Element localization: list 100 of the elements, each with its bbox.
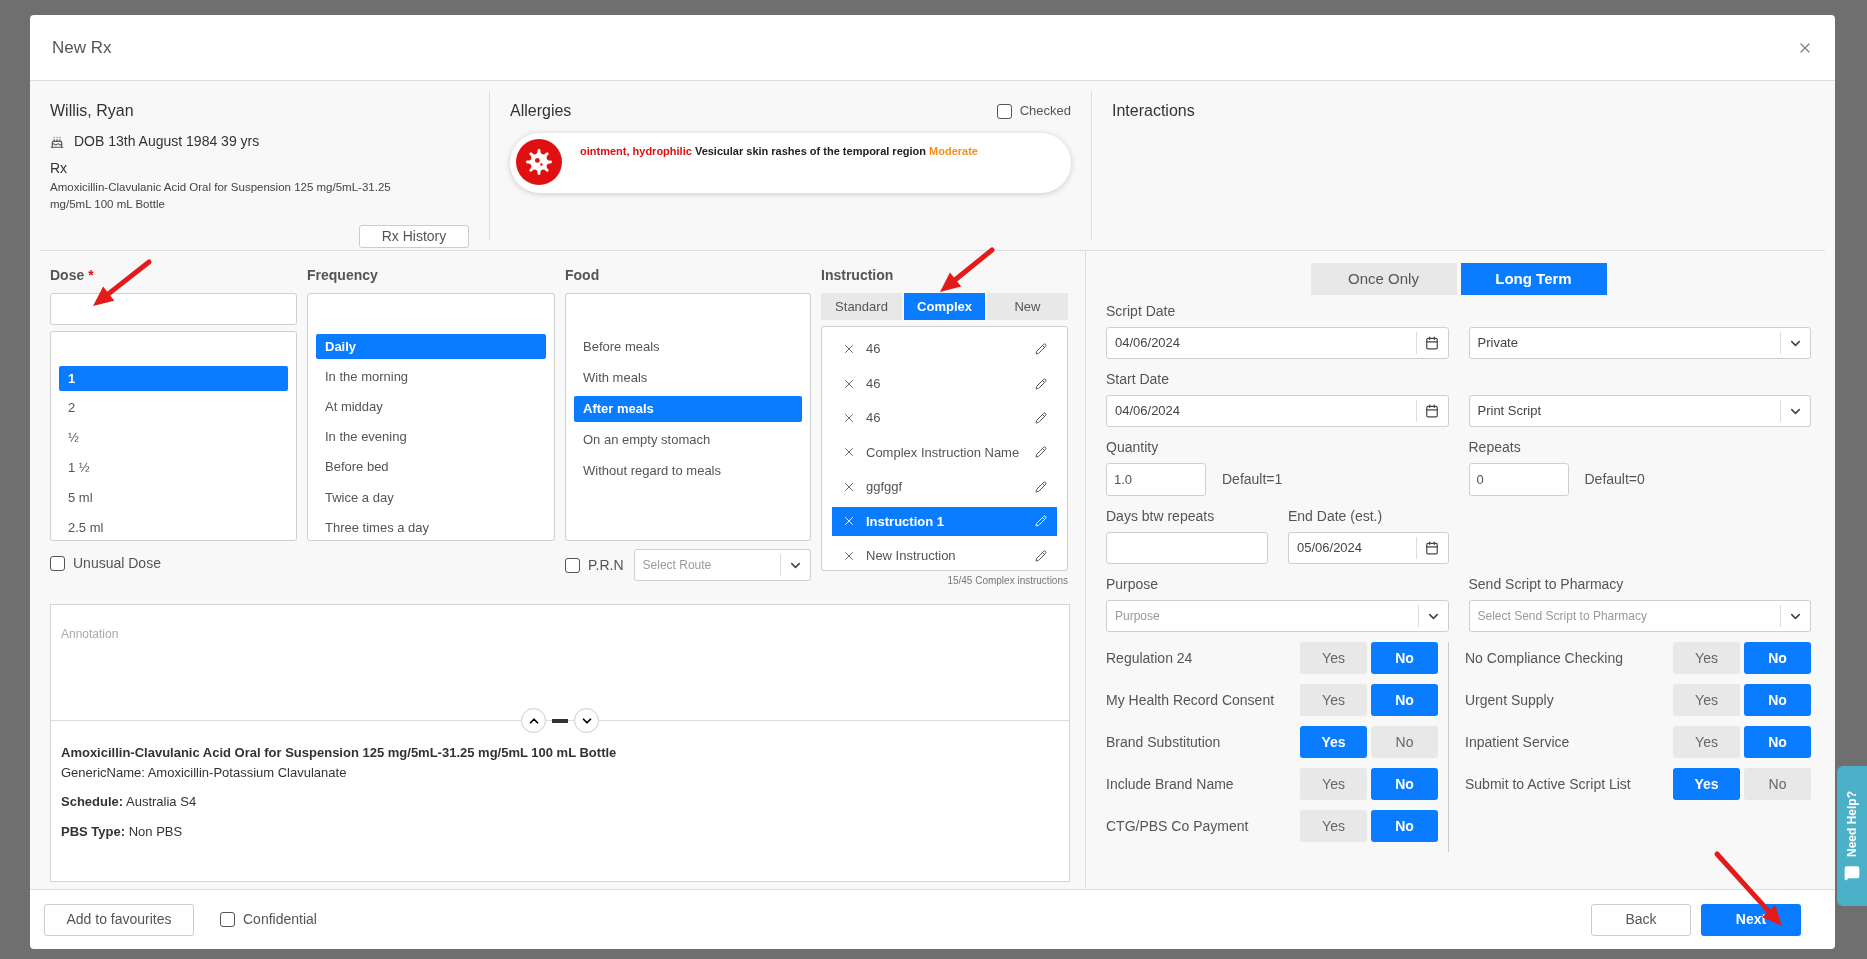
instruction-tab[interactable]: Standard — [821, 293, 902, 320]
list-item[interactable]: With meals — [574, 365, 802, 391]
food-label: Food — [565, 266, 601, 285]
edit-icon[interactable] — [1035, 549, 1047, 562]
virus-icon — [526, 149, 552, 175]
toggle-label: Regulation 24 — [1106, 648, 1194, 668]
calendar-icon[interactable] — [1425, 541, 1439, 555]
list-item[interactable]: 1 — [59, 366, 288, 391]
select-field[interactable]: Print Script — [1468, 395, 1811, 427]
edit-icon[interactable] — [1035, 412, 1047, 425]
date-field[interactable]: 04/06/2024 — [1106, 395, 1449, 427]
toggle-option[interactable]: Yes — [1300, 726, 1367, 758]
instruction-item[interactable]: 46 — [832, 369, 1057, 398]
list-item[interactable]: 5 ml — [59, 485, 288, 511]
list-item[interactable]: At midday — [316, 394, 546, 420]
edit-icon[interactable] — [1035, 343, 1047, 356]
toggle-option[interactable]: No — [1371, 768, 1438, 800]
toggle-option[interactable]: Yes — [1673, 726, 1740, 758]
list-item[interactable]: Daily — [316, 334, 546, 360]
edit-icon[interactable] — [1035, 446, 1047, 459]
list-item[interactable]: Three times a day — [316, 514, 546, 540]
frequency-label: Frequency — [307, 266, 379, 285]
list-item[interactable]: Twice a day — [316, 484, 546, 510]
chat-icon — [1844, 865, 1860, 881]
instruction-item[interactable]: 46 — [832, 403, 1057, 433]
toggle-option[interactable]: Yes — [1300, 810, 1367, 842]
toggle-option[interactable]: No — [1371, 726, 1438, 758]
pbs-type-text: PBS Type: Non PBS — [61, 822, 184, 841]
checkbox-label: Checked — [1019, 102, 1071, 121]
calendar-icon[interactable] — [1425, 404, 1439, 418]
checkbox[interactable] — [996, 103, 1012, 119]
instruction-item[interactable]: Complex Instruction Name — [832, 438, 1057, 467]
toggle-option[interactable]: No — [1371, 684, 1438, 716]
allergies-title: Allergies — [510, 101, 573, 121]
list-item[interactable]: 2.5 ml — [59, 515, 288, 540]
list-item[interactable]: In the evening — [316, 424, 546, 450]
edit-icon[interactable] — [1035, 377, 1047, 390]
list-item[interactable]: Without regard to meals — [574, 458, 802, 484]
default-hint: Default=0 — [1584, 470, 1645, 489]
list-item[interactable]: Before bed — [316, 454, 546, 480]
toggle-label: CTG/PBS Co Payment — [1106, 816, 1250, 836]
term-tab[interactable]: Long Term — [1460, 263, 1607, 295]
term-tab[interactable]: Once Only — [1310, 263, 1457, 295]
checkbox-label: P.R.N — [588, 555, 624, 575]
toggle-label: Brand Substitution — [1106, 732, 1222, 752]
add-to-favourites-button[interactable]: Add to favourites — [44, 903, 194, 936]
checkbox[interactable] — [220, 912, 235, 927]
patient-dob: DOB 13th August 1984 39 yrs — [74, 132, 260, 151]
list-item[interactable]: ½ — [59, 425, 288, 451]
toggle-option[interactable]: Yes — [1673, 642, 1740, 674]
field-label: Quantity — [1106, 438, 1160, 457]
instruction-item[interactable]: Instruction 1 — [832, 507, 1057, 536]
toggle-option[interactable]: No — [1744, 642, 1811, 674]
checkbox[interactable] — [565, 557, 580, 573]
toggle-label: Include Brand Name — [1106, 774, 1235, 794]
toggle-option[interactable]: No — [1371, 810, 1438, 842]
list-item[interactable]: After meals — [574, 396, 802, 422]
checkbox[interactable] — [50, 556, 65, 571]
toggle-option[interactable]: No — [1371, 642, 1438, 674]
days-between-field[interactable] — [1106, 532, 1268, 564]
date-field[interactable]: 05/06/2024 — [1288, 532, 1449, 564]
calendar-icon[interactable] — [1425, 336, 1439, 350]
instruction-tab[interactable]: Complex — [904, 293, 985, 320]
list-item[interactable]: Before meals — [574, 334, 802, 360]
toggle-option[interactable]: No — [1744, 768, 1811, 800]
generic-name: GenericName: Amoxicillin-Potassium Clavulanate — [61, 763, 348, 782]
instruction-tab[interactable]: New — [987, 293, 1068, 320]
field-label: Script Date — [1106, 302, 1177, 321]
instruction-count: 15/45 Complex instructions — [947, 574, 1068, 588]
quantity-field[interactable]: 1.0 — [1106, 463, 1206, 496]
toggle-option[interactable]: No — [1744, 726, 1811, 758]
toggle-label: Urgent Supply — [1465, 690, 1555, 710]
repeats-field[interactable]: 0 — [1468, 463, 1569, 496]
toggle-option[interactable]: No — [1744, 684, 1811, 716]
edit-icon[interactable] — [1035, 480, 1047, 493]
toggle-option[interactable]: Yes — [1673, 684, 1740, 716]
instruction-item[interactable]: ggfggf — [832, 472, 1057, 502]
date-field[interactable]: 04/06/2024 — [1106, 327, 1449, 359]
resize-handle[interactable] — [552, 718, 568, 723]
field-label: End Date (est.) — [1288, 507, 1384, 526]
toggle-option[interactable]: Yes — [1300, 642, 1367, 674]
rx-history-button[interactable]: Rx History — [359, 225, 469, 248]
select-field[interactable]: Private — [1468, 327, 1811, 359]
toggle-option[interactable]: Yes — [1673, 768, 1740, 800]
default-hint: Default=1 — [1222, 470, 1283, 489]
toggle-label: Inpatient Service — [1465, 732, 1571, 752]
list-item[interactable]: On an empty stomach — [574, 427, 802, 453]
allergy-text: ointment, hydrophilic Vesicular skin rashes of the temporal region Moderate — [580, 144, 978, 159]
toggle-option[interactable]: Yes — [1300, 684, 1367, 716]
instruction-item[interactable]: 46 — [832, 335, 1057, 364]
field-label: Repeats — [1468, 438, 1522, 457]
list-item[interactable]: 2 — [59, 395, 288, 421]
back-button[interactable]: Back — [1591, 903, 1691, 936]
list-item[interactable]: 1 ½ — [59, 455, 288, 481]
list-item[interactable]: In the morning — [316, 364, 546, 390]
toggle-option[interactable]: Yes — [1300, 768, 1367, 800]
instruction-item[interactable]: New Instruction — [832, 541, 1057, 570]
next-button[interactable]: Next — [1701, 903, 1801, 936]
dialog-title: New Rx — [52, 36, 113, 59]
dose-field[interactable] — [50, 293, 297, 325]
